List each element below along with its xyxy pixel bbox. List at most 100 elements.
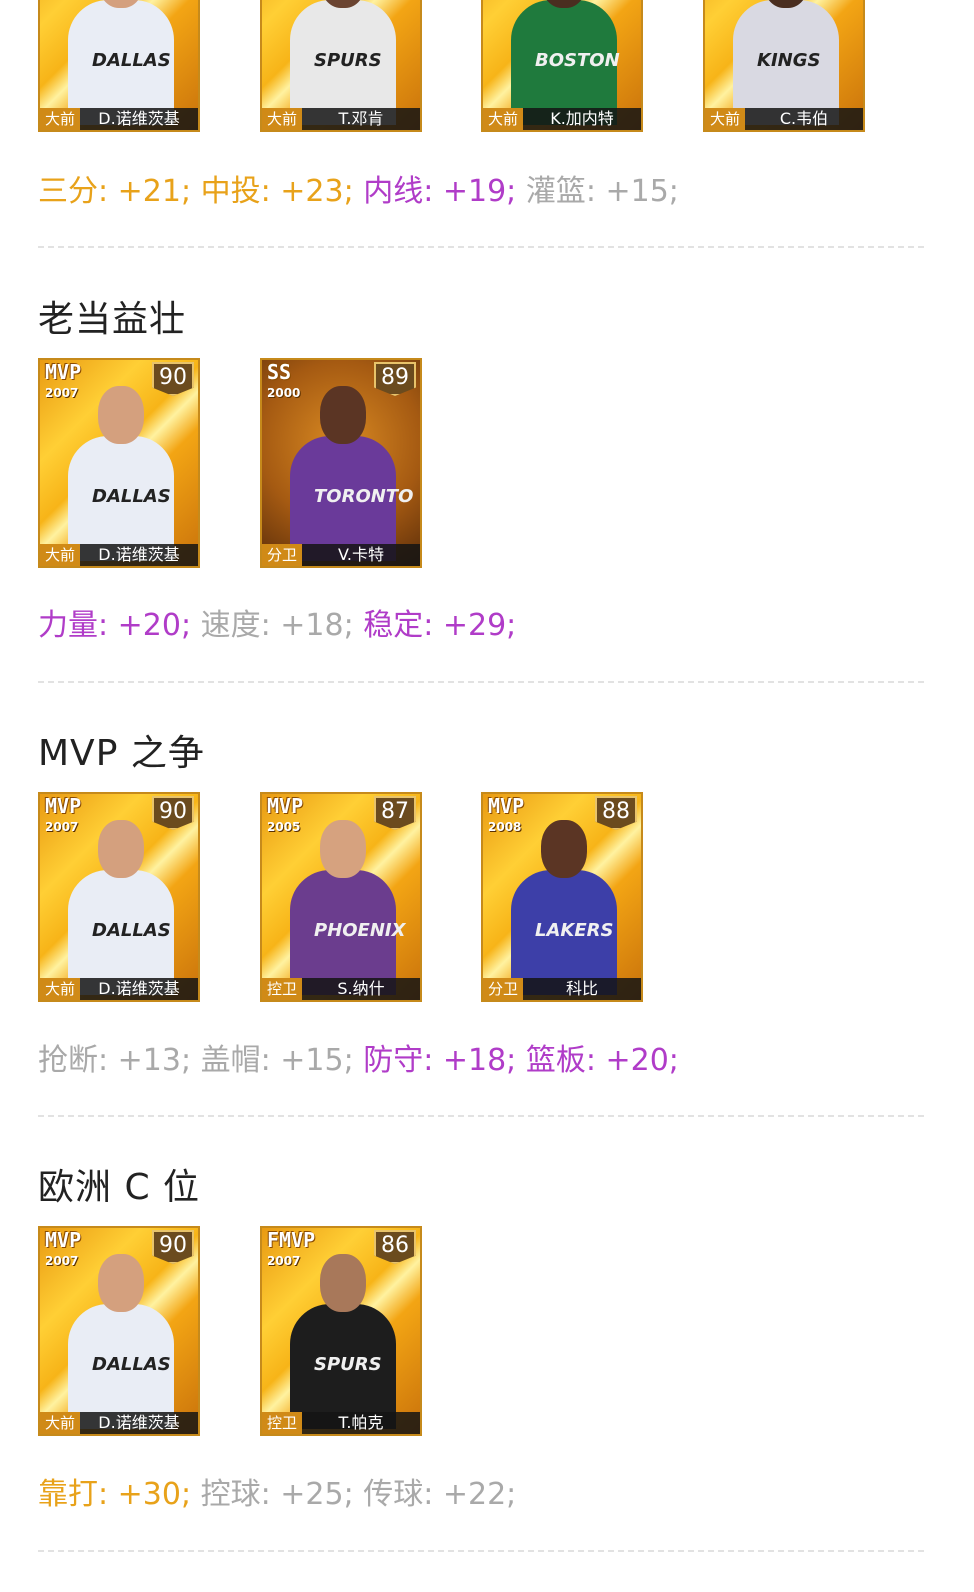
stat-bonus: 灌篮: +15; (525, 174, 679, 209)
position-tag: 大前 (40, 1412, 80, 1434)
player-card[interactable]: LAKERS MVP 2008 88 分卫 科比 (481, 792, 643, 1002)
jersey-text: DALLAS (92, 486, 171, 507)
player-card[interactable]: SPURS 大前 T.邓肯 (260, 0, 422, 132)
jersey-text: DALLAS (92, 50, 171, 71)
position-tag: 大前 (262, 108, 302, 130)
player-head (320, 386, 366, 444)
jersey-text: DALLAS (92, 920, 171, 941)
player-portrait: SPURS (290, 1254, 396, 1429)
player-portrait: DALLAS (68, 1254, 174, 1429)
stat-bonus: 传球: +22; (363, 1477, 517, 1512)
card-badge: FMVP (267, 1228, 316, 1252)
player-portrait: PHOENIX (290, 820, 406, 995)
jersey-text: PHOENIX (314, 920, 406, 941)
jersey-text: SPURS (314, 1354, 382, 1375)
name-bar: 大前 D.诺维茨基 (40, 108, 198, 130)
player-portrait: SPURS (290, 0, 396, 125)
jersey-text: KINGS (757, 50, 821, 71)
jersey-text: TORONTO (314, 486, 414, 507)
player-portrait: DALLAS (68, 0, 174, 125)
jersey-text: LAKERS (535, 920, 614, 941)
player-portrait: TORONTO (290, 386, 413, 561)
card-badge: MVP (267, 794, 304, 818)
position-tag: 大前 (705, 108, 745, 130)
section-title: MVP 之争 (38, 733, 205, 774)
player-card[interactable]: TORONTO SS 2000 89 分卫 V.卡特 (260, 358, 422, 568)
name-bar: 控卫 T.帕克 (262, 1412, 420, 1434)
name-bar: 大前 C.韦伯 (705, 108, 863, 130)
player-head (98, 1254, 144, 1312)
player-card[interactable]: KINGS 大前 C.韦伯 (703, 0, 865, 132)
stat-bonus: 速度: +18; (200, 608, 354, 643)
name-bar: 大前 D.诺维茨基 (40, 978, 198, 1000)
position-tag: 大前 (483, 108, 523, 130)
attribute-bonus-line: 三分: +21; 中投: +23; 内线: +19; 灌篮: +15; (38, 166, 679, 210)
jersey-text: SPURS (314, 50, 382, 71)
card-year: 2008 (488, 820, 522, 834)
stat-bonus: 靠打: +30; (38, 1477, 192, 1512)
position-tag: 分卫 (483, 978, 523, 1000)
card-badge: MVP (45, 794, 82, 818)
dashed-divider (38, 681, 924, 683)
dashed-divider (38, 246, 924, 248)
player-name: K.加内特 (550, 109, 614, 128)
name-bar: 分卫 科比 (483, 978, 641, 1000)
name-bar: 控卫 S.纳什 (262, 978, 420, 1000)
player-card[interactable]: PHOENIX MVP 2005 87 控卫 S.纳什 (260, 792, 422, 1002)
jersey-text: DALLAS (92, 1354, 171, 1375)
section-title: 老当益壮 (38, 299, 187, 340)
card-year: 2007 (267, 1254, 301, 1268)
position-tag: 大前 (40, 978, 80, 1000)
attribute-bonus-line: 靠打: +30; 控球: +25; 传球: +22; (38, 1469, 516, 1513)
position-tag: 分卫 (262, 544, 302, 566)
player-head (98, 820, 144, 878)
player-card[interactable]: SPURS FMVP 2007 86 控卫 T.帕克 (260, 1226, 422, 1436)
player-name: D.诺维茨基 (98, 109, 180, 128)
player-head (98, 386, 144, 444)
card-year: 2007 (45, 386, 79, 400)
stat-bonus: 防守: +18; (363, 1043, 517, 1078)
player-portrait: BOSTON (511, 0, 620, 125)
player-head (320, 1254, 366, 1312)
player-head (320, 820, 366, 878)
stat-bonus: 中投: +23; (200, 174, 354, 209)
stat-bonus: 三分: +21; (38, 174, 192, 209)
player-card[interactable]: BOSTON 大前 K.加内特 (481, 0, 643, 132)
player-card[interactable]: DALLAS 大前 D.诺维茨基 (38, 0, 200, 132)
card-year: 2007 (45, 820, 79, 834)
player-name: C.韦伯 (779, 109, 829, 128)
player-card[interactable]: DALLAS MVP 2007 90 大前 D.诺维茨基 (38, 792, 200, 1002)
jersey-text: BOSTON (535, 50, 620, 71)
player-portrait: DALLAS (68, 820, 174, 995)
dashed-divider (38, 1115, 924, 1117)
player-name: S.纳什 (337, 979, 385, 998)
stat-bonus: 控球: +25; (200, 1477, 354, 1512)
attribute-bonus-line: 力量: +20; 速度: +18; 稳定: +29; (38, 600, 516, 644)
player-card[interactable]: DALLAS MVP 2007 90 大前 D.诺维茨基 (38, 1226, 200, 1436)
attribute-bonus-line: 抢断: +13; 盖帽: +15; 防守: +18; 篮板: +20; (38, 1035, 679, 1079)
card-year: 2000 (267, 386, 301, 400)
card-year: 2007 (45, 1254, 79, 1268)
player-portrait: LAKERS (511, 820, 617, 995)
card-badge: MVP (488, 794, 525, 818)
position-tag: 控卫 (262, 1412, 302, 1434)
stat-bonus: 稳定: +29; (363, 608, 517, 643)
card-year: 2005 (267, 820, 301, 834)
stat-bonus: 篮板: +20; (525, 1043, 679, 1078)
name-bar: 分卫 V.卡特 (262, 544, 420, 566)
card-badge: SS (267, 360, 292, 384)
position-tag: 大前 (40, 108, 80, 130)
stat-bonus: 盖帽: +15; (200, 1043, 354, 1078)
card-badge: MVP (45, 1228, 82, 1252)
name-bar: 大前 K.加内特 (483, 108, 641, 130)
player-name: 科比 (565, 979, 598, 998)
player-card[interactable]: DALLAS MVP 2007 90 大前 D.诺维茨基 (38, 358, 200, 568)
stat-bonus: 力量: +20; (38, 608, 192, 643)
stat-bonus: 内线: +19; (363, 174, 517, 209)
name-bar: 大前 T.邓肯 (262, 108, 420, 130)
player-name: V.卡特 (338, 545, 384, 564)
position-tag: 大前 (40, 544, 80, 566)
player-portrait: DALLAS (68, 386, 174, 561)
player-name: T.邓肯 (338, 109, 384, 128)
player-name: D.诺维茨基 (98, 979, 180, 998)
